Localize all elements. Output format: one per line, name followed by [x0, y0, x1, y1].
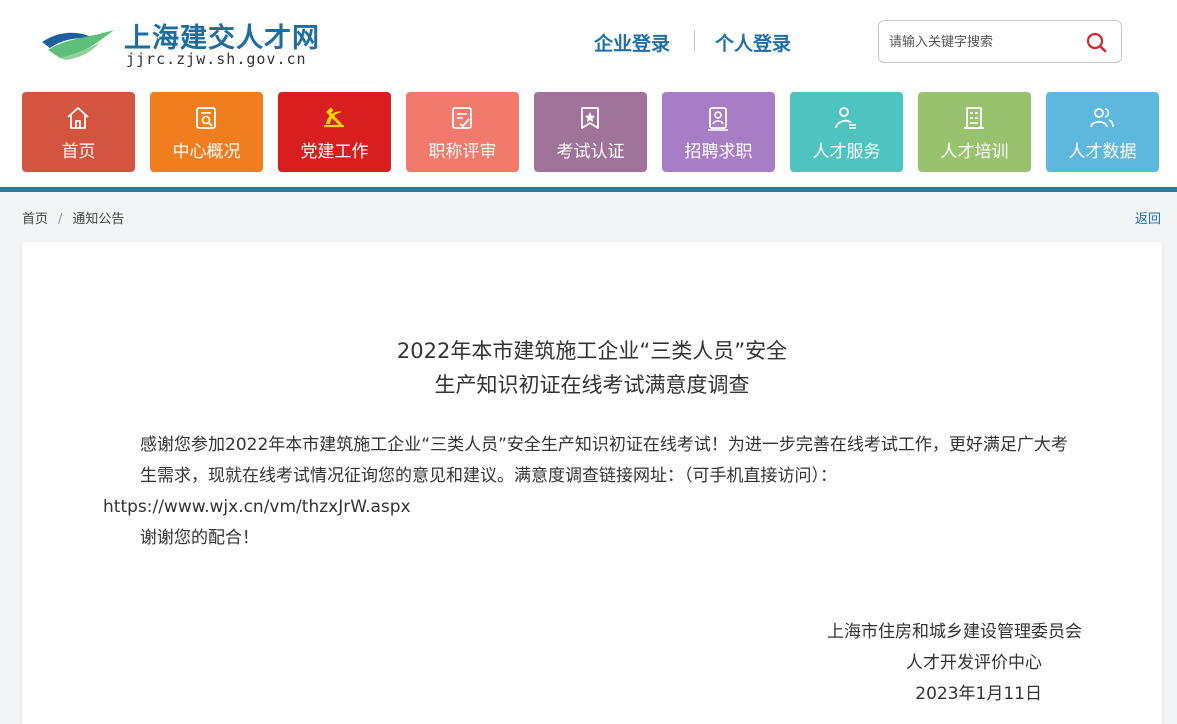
nav-item-exam-certification[interactable]: 考试认证 — [534, 92, 647, 172]
signature-org1: 上海市住房和城乡建设管理委员会 — [827, 622, 1082, 642]
breadcrumb-separator: / — [58, 212, 63, 227]
logo-wing-icon — [42, 30, 114, 60]
party-emblem-icon — [323, 107, 345, 128]
certificate-star-icon — [581, 107, 599, 129]
article-body: 感谢您参加2022年本市建筑施工企业“三类人员”安全生产知识初证在线考试！为进一… — [103, 430, 1083, 554]
search-input[interactable] — [889, 31, 1079, 53]
nav-item-center-overview[interactable]: 中心概况 — [150, 92, 263, 172]
personal-login-link[interactable]: 个人登录 — [715, 29, 791, 56]
article-title-line2: 生产知识初证在线考试满意度调查 — [434, 373, 750, 397]
article-thanks: 谢谢您的配合！ — [140, 528, 259, 548]
users-icon — [1090, 108, 1114, 128]
nav-label: 职称评审 — [428, 142, 497, 162]
site-domain: jjrc.zjw.sh.gov.cn — [126, 50, 307, 68]
nav-item-talent-service[interactable]: 人才服务 — [790, 92, 903, 172]
breadcrumb: 首页 / 通知公告 — [22, 208, 124, 227]
signature-org2: 人才开发评价中心 — [906, 653, 1042, 673]
site-logo[interactable]: 上海建交人才网 jjrc.zjw.sh.gov.cn — [40, 14, 340, 74]
nav-item-talent-training[interactable]: 人才培训 — [918, 92, 1031, 172]
article-card: 2022年本市建筑施工企业“三类人员”安全 生产知识初证在线考试满意度调查 感谢… — [22, 242, 1162, 724]
enterprise-login-link[interactable]: 企业登录 — [594, 29, 670, 56]
nav-label: 中心概况 — [172, 142, 241, 162]
signature-date: 2023年1月11日 — [915, 684, 1042, 704]
nav-label: 人才培训 — [940, 142, 1009, 162]
home-icon — [67, 107, 89, 129]
user-list-icon — [835, 107, 856, 129]
nav-item-recruitment[interactable]: 招聘求职 — [662, 92, 775, 172]
back-link[interactable]: 返回 — [1135, 208, 1161, 227]
top-header: 上海建交人才网 jjrc.zjw.sh.gov.cn 企业登录 个人登录 首页 … — [0, 0, 1177, 187]
checklist-icon — [452, 107, 472, 129]
article-paragraph: 感谢您参加2022年本市建筑施工企业“三类人员”安全生产知识初证在线考试！为进一… — [140, 435, 1068, 486]
nav-label: 招聘求职 — [684, 142, 753, 162]
search-box — [878, 20, 1122, 63]
nav-label: 人才数据 — [1068, 142, 1137, 162]
nav-label: 首页 — [61, 142, 96, 162]
search-document-icon — [196, 107, 216, 129]
login-divider — [694, 30, 695, 52]
survey-url[interactable]: https://www.wjx.cn/vm/thzxJrW.aspx — [103, 492, 1083, 523]
nav-item-talent-data[interactable]: 人才数据 — [1046, 92, 1159, 172]
badge-person-icon — [708, 107, 728, 131]
search-icon[interactable] — [1085, 31, 1107, 53]
nav-item-title-review[interactable]: 职称评审 — [406, 92, 519, 172]
nav-label: 考试认证 — [556, 142, 625, 162]
building-icon — [964, 107, 984, 129]
article-title-line1: 2022年本市建筑施工企业“三类人员”安全 — [396, 339, 788, 363]
nav-label: 人才服务 — [812, 142, 881, 162]
nav-item-party-work[interactable]: 党建工作 — [278, 92, 391, 172]
header-divider — [0, 187, 1177, 192]
breadcrumb-home[interactable]: 首页 — [22, 212, 48, 227]
article-title: 2022年本市建筑施工企业“三类人员”安全 生产知识初证在线考试满意度调查 — [22, 334, 1162, 402]
nav-item-home[interactable]: 首页 — [22, 92, 135, 172]
breadcrumb-current[interactable]: 通知公告 — [72, 212, 124, 227]
main-nav: 首页 中心概况 党建工作 职称评审 考试认证 招聘求职 人才服务 人才培训 人才… — [22, 92, 1159, 172]
nav-label: 党建工作 — [300, 142, 369, 162]
